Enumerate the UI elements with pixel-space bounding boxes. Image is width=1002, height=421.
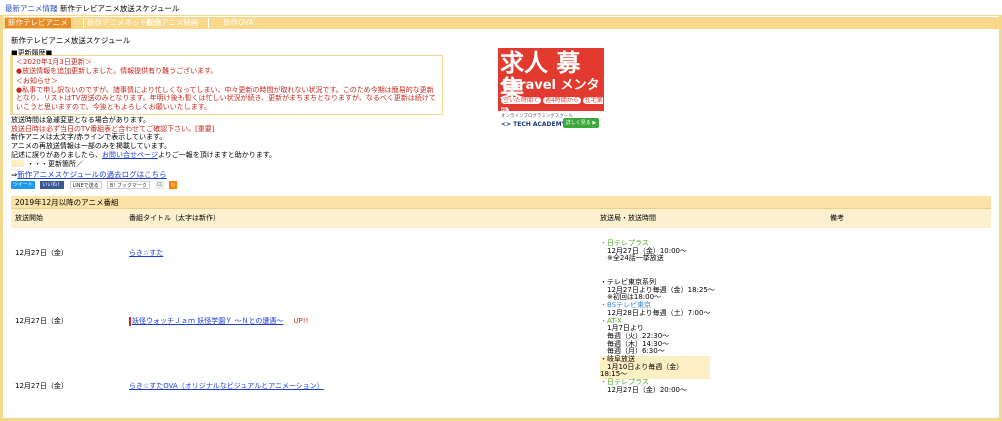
contact-page-link[interactable]: お問い合せページ bbox=[102, 151, 158, 159]
schedule-line: 12月28日より毎週（土）7:00〜 bbox=[600, 308, 711, 317]
notice-text: ●私事で申し訳ないのですが、諸事情により忙しくなってしまい、中々更新の時間が取れ… bbox=[16, 85, 436, 111]
info-notes: 放送時間は急遽変更となる場合があります。 放送日時は必ず当日のTV番組表と合わせ… bbox=[11, 116, 276, 168]
share-icon[interactable]: ☐ bbox=[155, 181, 164, 189]
notice-heading: ＜お知らせ＞ bbox=[16, 77, 58, 85]
ad-tag: 空いた時間で bbox=[501, 97, 542, 104]
schedule-line: 1月10日より毎週（金）18:15〜 bbox=[600, 363, 710, 380]
page-title: 新作テレビアニメ放送スケジュール bbox=[11, 36, 131, 45]
row-schedule: ・テレビ東京系列 12月27日より毎週（金）18:25〜 ※初回は18:00〜・… bbox=[600, 278, 840, 380]
row-title-cell: 妖怪ウォッチＪａｍ 妖怪学園Ｙ 〜Ｎとの遭遇〜 UP!! bbox=[129, 316, 308, 326]
facebook-like-button[interactable]: いいね！ bbox=[40, 181, 65, 189]
row-date: 12月27日（金） bbox=[15, 317, 68, 325]
row-schedule: ・日テレプラス 12月27日（金）20:00〜 bbox=[600, 378, 840, 394]
schedule-line: 12月27日（金）20:00〜 bbox=[600, 385, 687, 394]
breadcrumb: 最新アニメ情報 ： 新作テレビアニメ放送スケジュール bbox=[0, 0, 1002, 16]
legend-swatch bbox=[11, 160, 24, 168]
schedule-table: 2019年12月以降のアニメ番組 放送開始 番組タイトル（太字は新作） 放送局・… bbox=[11, 196, 991, 421]
update-text: ●放送情報を追加更新しました。情報提供有り難うございます。 bbox=[16, 66, 218, 75]
breadcrumb-current: 新作テレビアニメ放送スケジュール bbox=[60, 4, 180, 13]
row-date: 12月27日（金） bbox=[15, 249, 68, 257]
ad-school: オンラインプログラミングスクール bbox=[501, 114, 573, 119]
tab-tv-anime[interactable]: 新作テレビアニメ bbox=[5, 18, 71, 28]
col-title: 番組タイトル（太字は新作） bbox=[129, 214, 220, 222]
info-line: 放送時間は急遽変更となる場合があります。 bbox=[11, 116, 151, 124]
up-badge: UP!! bbox=[293, 317, 309, 325]
info-line: 記述に誤りがありましたら、お問い合せページよりご一報を頂けますと助かります。 bbox=[11, 150, 277, 159]
hatena-bookmark-button[interactable]: B! ブックマーク bbox=[106, 181, 150, 189]
ad-footer: オンラインプログラミングスクール <> TECH ACADEMY 詳しく見る ▶ bbox=[498, 111, 604, 135]
update-date: ＜2020年1月3日更新＞ bbox=[16, 58, 92, 66]
tab-anime-movie[interactable]: 新作アニメ映画 bbox=[143, 18, 201, 28]
legend-label: ・・・更新箇所／ bbox=[27, 159, 83, 168]
legend: ・・・更新箇所／ bbox=[11, 160, 276, 169]
archive-link[interactable]: 新作アニメスケジュールの過去ログはこちら bbox=[17, 170, 166, 179]
schedule-line: 毎週（月）6:30〜 bbox=[600, 347, 665, 356]
row-title-link[interactable]: らき☆すたOVA（オリジナルなビジュアルとアニメーション） bbox=[129, 381, 324, 391]
row-title-link[interactable]: 妖怪ウォッチＪａｍ 妖怪学園Ｙ 〜Ｎとの遭遇〜 bbox=[132, 317, 283, 325]
row-date: 12月27日（金） bbox=[15, 382, 68, 390]
table-caption: 2019年12月以降のアニメ番組 bbox=[11, 196, 991, 209]
social-buttons: ツイート いいね！ LINEで送る B! ブックマーク ☐ ◎ bbox=[11, 181, 180, 190]
breadcrumb-home-link[interactable]: 最新アニメ情報 bbox=[5, 3, 57, 14]
category-nav: 新作テレビアニメ 新作アニメネット配信 新作アニメ映画 新作OVA bbox=[3, 17, 999, 29]
ad-brand: <> TECH ACADEMY bbox=[501, 121, 566, 128]
info-line: 新作アニメは太文字/赤ラインで表示しています。 bbox=[11, 133, 167, 142]
brand-logo-icon: <> bbox=[501, 121, 512, 128]
line-share-button[interactable]: LINEで送る bbox=[69, 181, 102, 189]
update-notice-box: ＜2020年1月3日更新＞ ●放送情報を追加更新しました。情報提供有り難うござい… bbox=[10, 55, 443, 115]
tweet-button[interactable]: ツイート bbox=[11, 181, 36, 189]
archive-link-row: ⇒新作アニメスケジュールの過去ログはこちら bbox=[11, 170, 167, 179]
advertisement-banner[interactable]: 求人 募集 Laravel メンター 空いた時間で 週4時間から 在宅業務 オン… bbox=[498, 48, 604, 135]
col-start: 放送開始 bbox=[15, 214, 43, 222]
table-header: 放送開始 番組タイトル（太字は新作） 放送局・放送時間 備考 bbox=[11, 209, 991, 228]
tab-ova[interactable]: 新作OVA bbox=[208, 18, 268, 28]
ad-tag: 週4時間から bbox=[542, 97, 581, 104]
row-schedule: ・日テレプラス 12月27日（金）10:00〜 ※全24話一挙放送 bbox=[600, 239, 840, 263]
info-line: アニメの再放送情報は一部のみを掲載しています。 bbox=[11, 142, 171, 151]
schedule-line: ※全24話一挙放送 bbox=[600, 254, 664, 263]
col-stations: 放送局・放送時間 bbox=[600, 214, 656, 222]
row-title-link[interactable]: らき☆すた bbox=[129, 248, 163, 258]
new-marker bbox=[129, 316, 131, 326]
col-notes: 備考 bbox=[830, 214, 844, 222]
ad-cta-button[interactable]: 詳しく見る ▶ bbox=[563, 118, 599, 128]
rss-icon[interactable]: ◎ bbox=[168, 181, 178, 189]
